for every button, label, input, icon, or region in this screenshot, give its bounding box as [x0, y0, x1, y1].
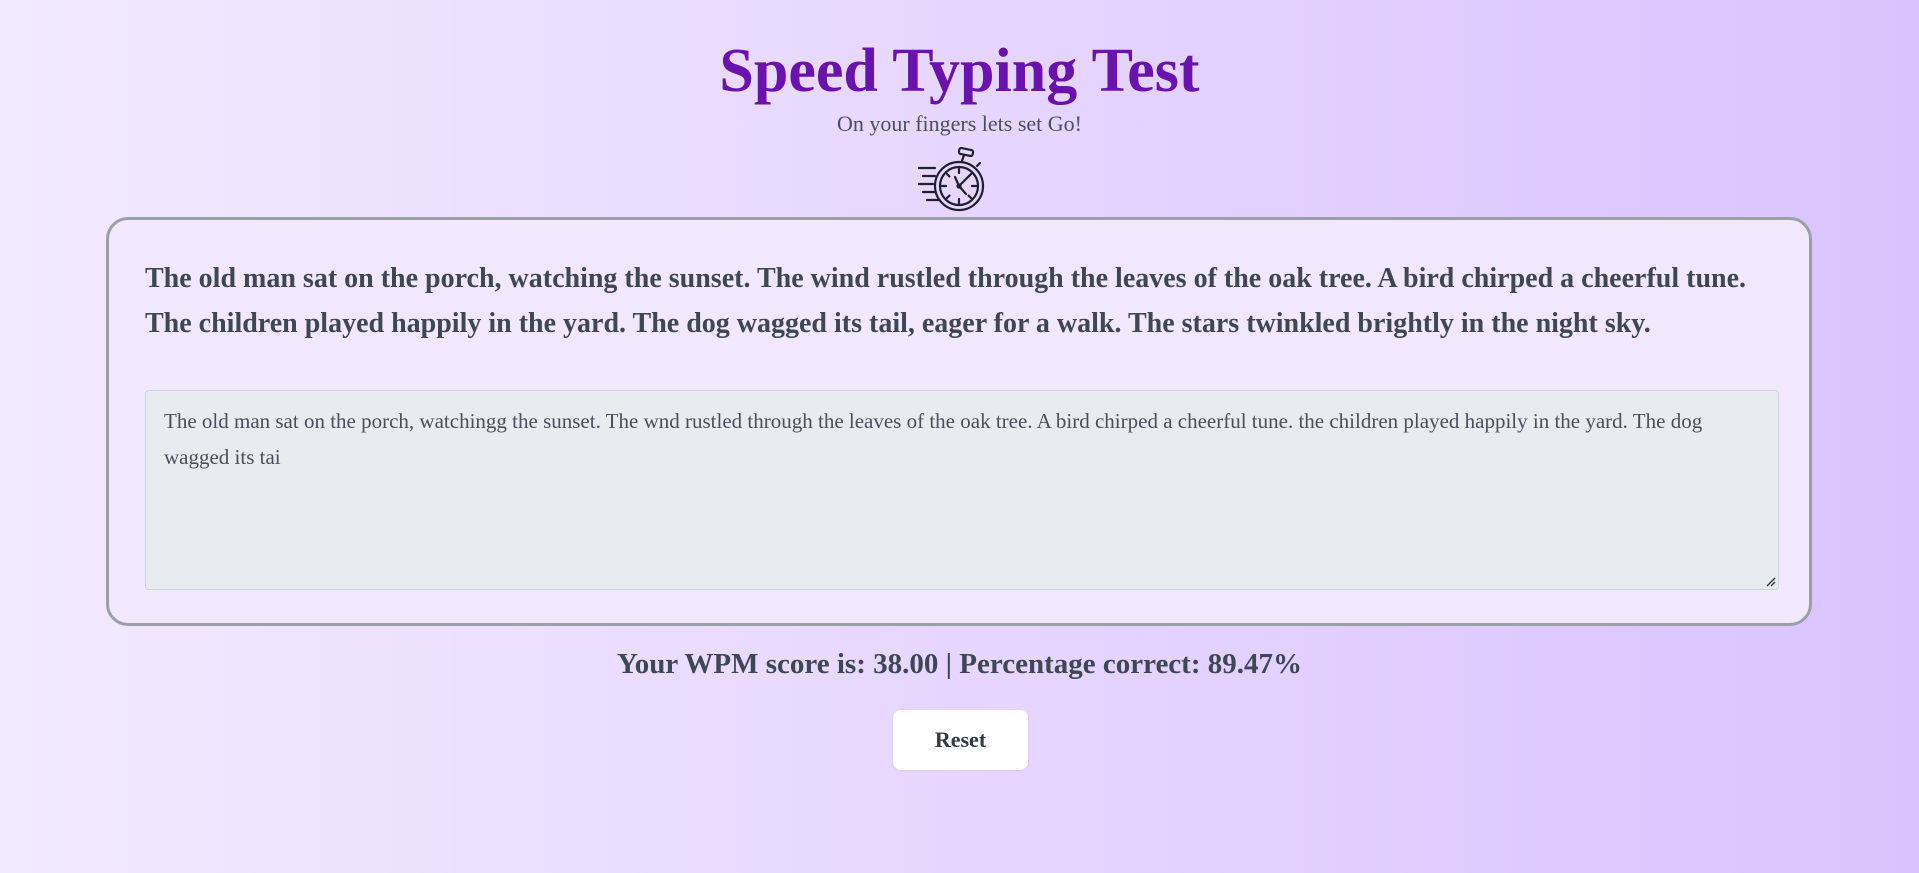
typing-input[interactable]: The old man sat on the porch, watchingg … — [145, 390, 1779, 590]
page-subtitle: On your fingers lets set Go! — [836, 111, 1082, 136]
reset-button[interactable]: Reset — [893, 710, 1028, 770]
typing-test-card: The old man sat on the porch, watching t… — [106, 217, 1812, 626]
page-title: Speed Typing Test — [719, 37, 1200, 105]
score-result: Your WPM score is: 38.00 | Percentage co… — [616, 648, 1302, 680]
stopwatch-icon — [917, 146, 985, 212]
prompt-text: The old man sat on the porch, watching t… — [145, 263, 1747, 339]
